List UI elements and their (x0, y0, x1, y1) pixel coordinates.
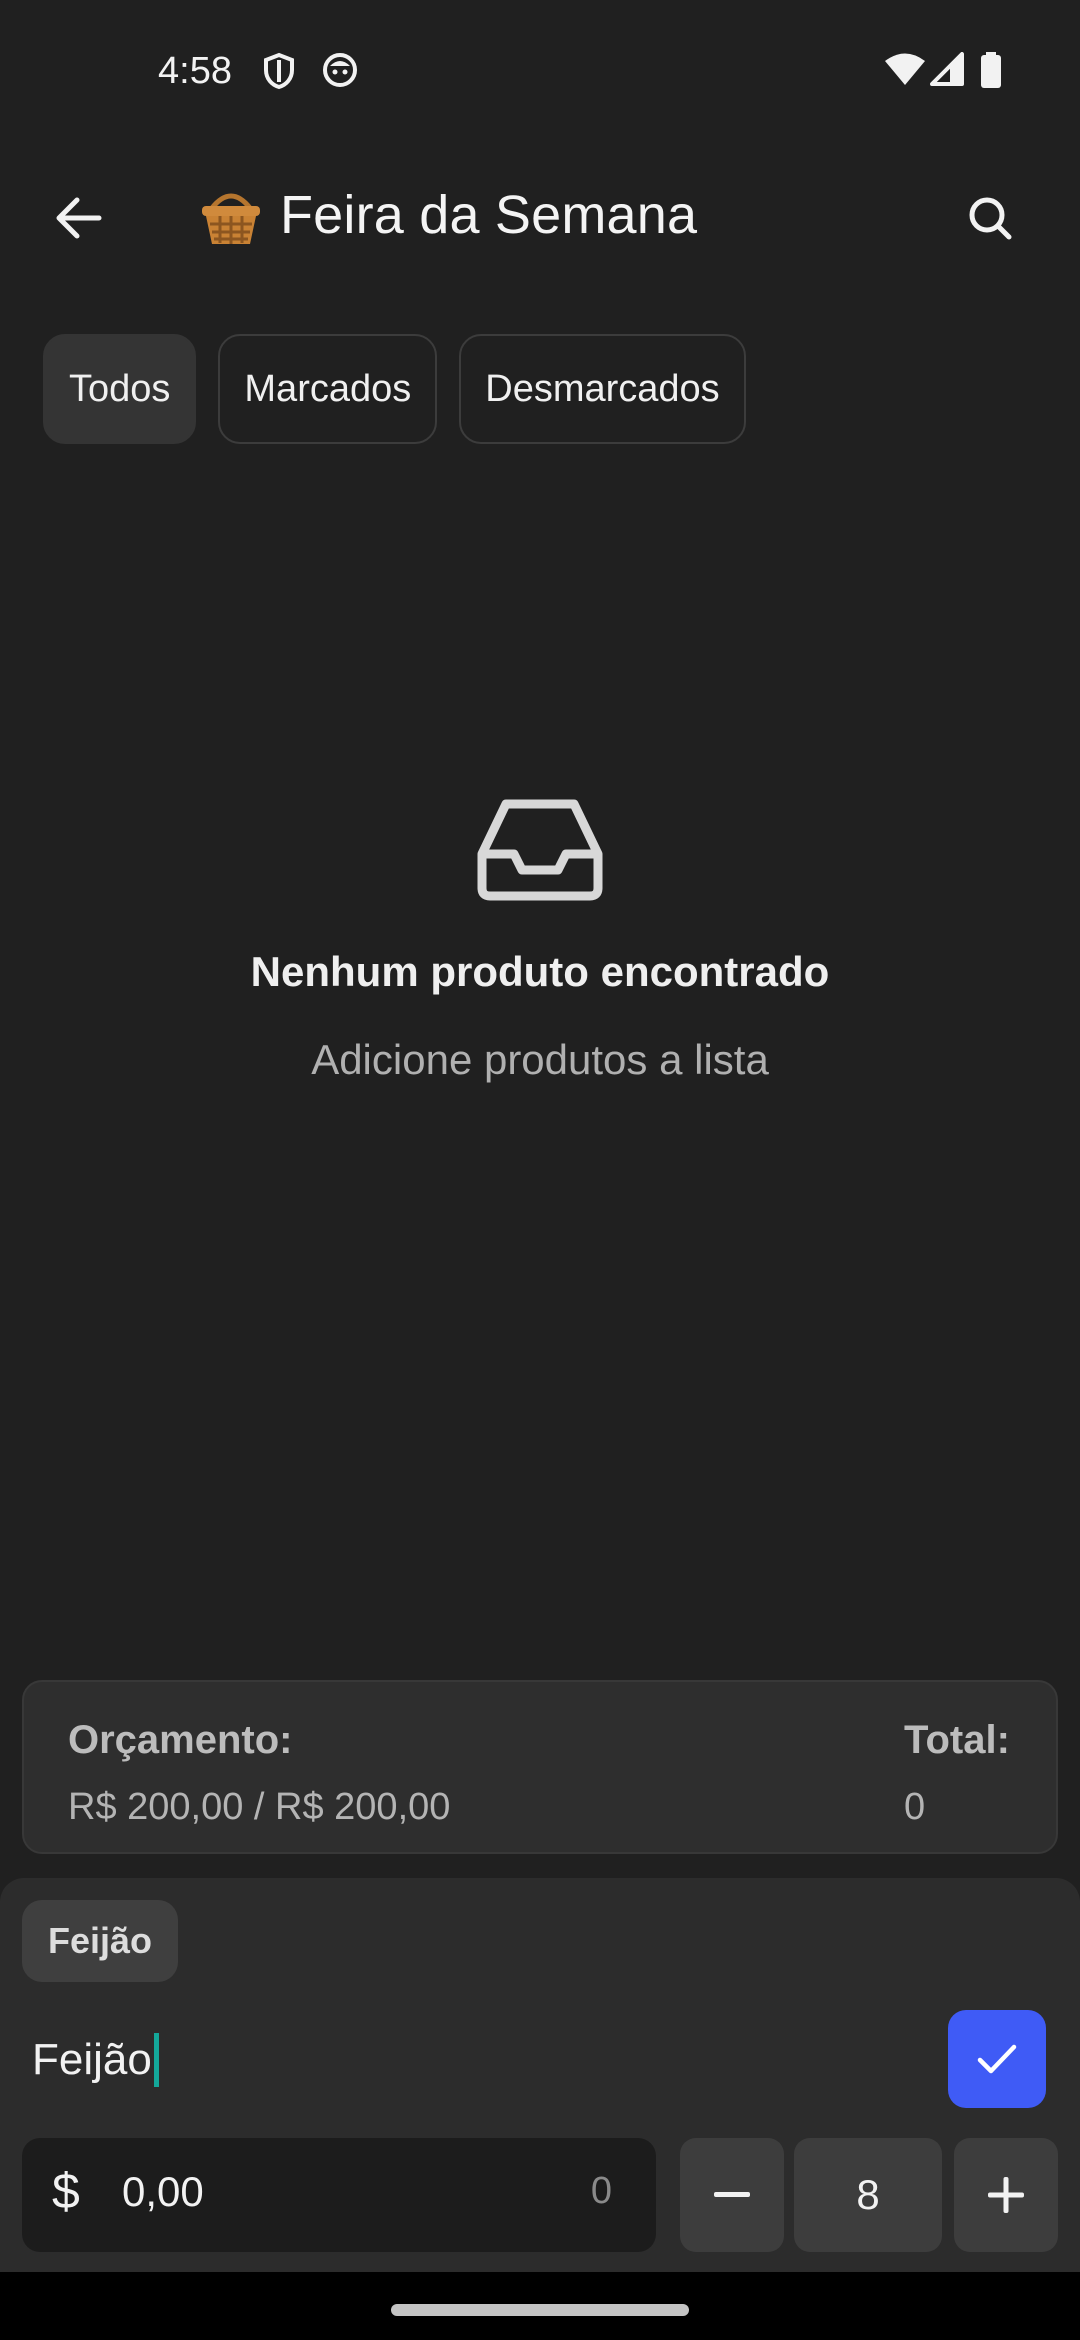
budget-label: Orçamento: (68, 1718, 293, 1762)
decrease-quantity-button[interactable] (680, 2138, 784, 2252)
wifi-icon (884, 52, 926, 91)
empty-state-title: Nenhum produto encontrado (250, 948, 830, 995)
budget-card: Orçamento: R$ 200,00 / R$ 200,00 Total: … (22, 1680, 1058, 1854)
search-icon (969, 197, 1012, 240)
product-name-field[interactable]: Feijão (32, 2028, 159, 2092)
status-time: 4:58 (158, 50, 232, 92)
increase-quantity-button[interactable] (954, 2138, 1058, 2252)
product-name-input[interactable]: Feijão (32, 2035, 152, 2085)
basket-icon (202, 193, 260, 244)
text-caret (153, 2033, 159, 2087)
tab-desmarcados[interactable]: Desmarcados (459, 334, 746, 444)
face-icon (322, 52, 358, 93)
page-title: Feira da Semana (280, 185, 698, 245)
navigation-bar (0, 2272, 1080, 2340)
title-wrap: Feira da Semana (198, 182, 697, 248)
back-button[interactable] (40, 180, 116, 256)
total-value: 0 (904, 1786, 926, 1828)
arrow-left-icon (56, 197, 102, 239)
dollar-icon: $ (52, 2163, 80, 2219)
screen: 4:58 Feira da Semana Todos Marcados Desm… (0, 0, 1080, 2340)
price-hint: 0 (590, 2170, 612, 2212)
plus-icon (988, 2177, 1024, 2213)
home-indicator[interactable] (391, 2304, 689, 2316)
minus-icon (714, 2192, 750, 2197)
suggestion-chip[interactable]: Feijão (22, 1900, 179, 1982)
app-bar: Feira da Semana (0, 160, 1080, 270)
signal-icon (928, 52, 964, 91)
inbox-icon (476, 798, 604, 907)
quantity-value[interactable]: 8 (794, 2138, 942, 2252)
filter-tabs: Todos Marcados Desmarcados (43, 334, 746, 444)
price-input[interactable]: $ 0,00 0 (22, 2138, 656, 2252)
shield-icon (262, 52, 296, 95)
tab-todos[interactable]: Todos (43, 334, 197, 444)
price-value: 0,00 (122, 2168, 204, 2215)
battery-icon (980, 52, 1002, 93)
search-button[interactable] (952, 180, 1028, 256)
add-product-sheet: Feijão Feijão $ 0,00 0 8 (0, 1878, 1080, 2272)
status-bar: 4:58 (0, 0, 1080, 140)
empty-state-subtitle: Adicione produtos a lista (311, 1036, 769, 1083)
total-label: Total: (904, 1718, 1010, 1762)
confirm-button[interactable] (948, 2010, 1046, 2108)
check-icon (977, 2044, 1017, 2074)
tab-marcados[interactable]: Marcados (218, 334, 438, 444)
budget-value: R$ 200,00 / R$ 200,00 (68, 1786, 451, 1828)
